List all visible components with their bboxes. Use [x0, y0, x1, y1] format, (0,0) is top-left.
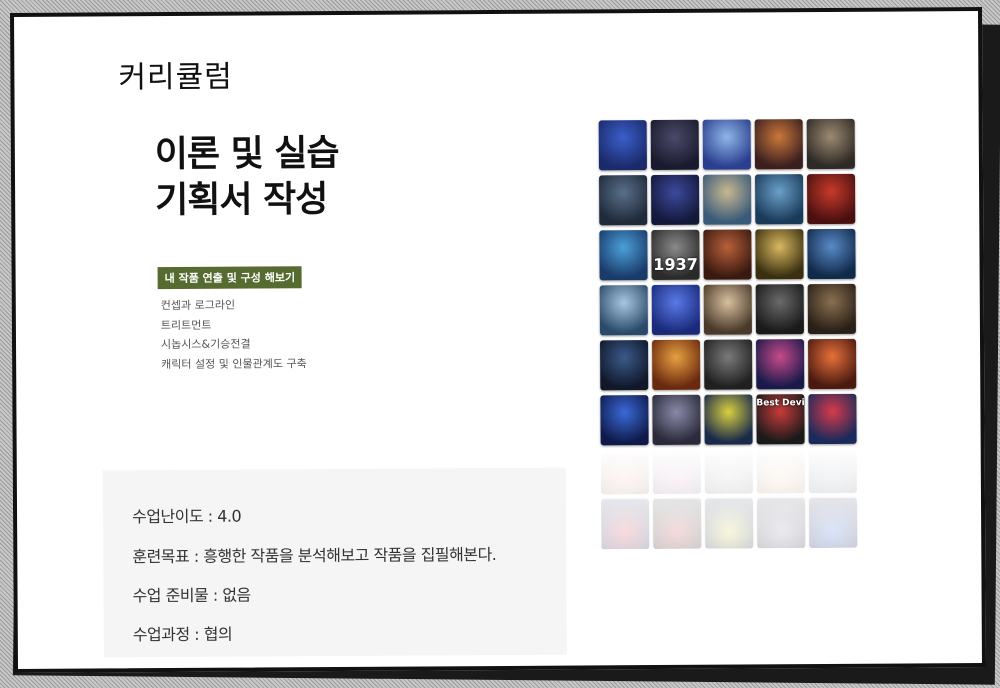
webtoon-cover: 1937	[651, 229, 700, 281]
webtoon-cover	[755, 284, 804, 335]
webtoon-cover-reflection	[808, 442, 857, 494]
webtoon-cover	[600, 340, 649, 391]
cover-title: Best Devil	[756, 398, 805, 409]
webtoon-cover	[600, 395, 649, 446]
prep-text: 수업 준비물 : 없음	[132, 585, 251, 606]
topic-item: 캐릭터 설정 및 인물관계도 구축	[161, 356, 307, 371]
webtoon-cover-reflection	[704, 443, 753, 494]
webtoon-cover-reflection	[808, 497, 858, 549]
webtoon-cover	[808, 338, 857, 390]
topic-item: 트리트먼트	[160, 318, 212, 332]
webtoon-cover	[599, 285, 648, 336]
webtoon-cover-grid: 1937 Best Devil	[598, 118, 861, 446]
webtoon-cover	[702, 119, 751, 170]
section-title: 커리큘럼	[118, 59, 233, 96]
cover-title: 1937	[653, 254, 698, 275]
course-info-box: 수업난이도 : 4.0 훈련목표 : 흥행한 작품을 분석해보고 작품을 집필해…	[102, 467, 567, 658]
headline-line2: 기획서 작성	[155, 179, 328, 222]
webtoon-cover-reflection	[704, 498, 754, 549]
webtoon-cover	[704, 394, 753, 445]
webtoon-cover	[652, 339, 701, 391]
difficulty-text: 수업난이도 : 4.0	[132, 506, 242, 527]
webtoon-cover	[754, 174, 804, 225]
webtoon-cover	[703, 284, 752, 335]
webtoon-cover: Best Devil	[756, 394, 805, 445]
headline: 이론 및 실습 기획서 작성	[155, 131, 339, 224]
webtoon-cover	[650, 119, 699, 171]
webtoon-cover	[652, 394, 701, 446]
webtoon-cover	[704, 339, 753, 390]
topic-item: 컨셉과 로그라인	[160, 298, 236, 313]
webtoon-cover	[806, 173, 856, 225]
topic-item: 시놉시스&기승전결	[160, 337, 251, 352]
webtoon-cover	[808, 393, 857, 445]
webtoon-cover	[807, 228, 856, 280]
webtoon-cover	[651, 284, 700, 336]
webtoon-cover	[754, 119, 803, 170]
webtoon-cover-reflection	[600, 444, 649, 495]
webtoon-cover	[598, 120, 647, 171]
webtoon-cover-reflection	[600, 499, 650, 550]
process-text: 수업과정 : 협의	[132, 624, 233, 645]
goal-text: 훈련목표 : 흥행한 작품을 분석해보고 작품을 집필해본다.	[132, 545, 497, 567]
webtoon-cover-reflection	[756, 498, 806, 549]
content-panel: 커리큘럼 이론 및 실습 기획서 작성 내 작품 연출 및 구성 해보기 컨셉과…	[9, 7, 987, 673]
webtoon-cover	[650, 174, 700, 226]
webtoon-cover	[598, 175, 648, 226]
webtoon-cover	[599, 230, 648, 281]
webtoon-cover	[755, 229, 804, 280]
webtoon-cover	[703, 229, 752, 280]
webtoon-cover-reflection	[756, 443, 805, 494]
webtoon-cover	[702, 174, 752, 225]
cover-grid-reflection	[600, 442, 862, 550]
webtoon-cover	[806, 118, 855, 170]
topic-tag: 내 작품 연출 및 구성 해보기	[157, 266, 303, 290]
headline-line1: 이론 및 실습	[154, 132, 339, 176]
webtoon-cover	[756, 339, 805, 390]
topic-list: 컨셉과 로그라인 트리트먼트 시놉시스&기승전결 캐릭터 설정 및 인물관계도 …	[161, 295, 307, 374]
webtoon-cover-reflection	[652, 443, 701, 495]
webtoon-cover	[807, 283, 856, 335]
webtoon-cover-reflection	[652, 498, 702, 550]
